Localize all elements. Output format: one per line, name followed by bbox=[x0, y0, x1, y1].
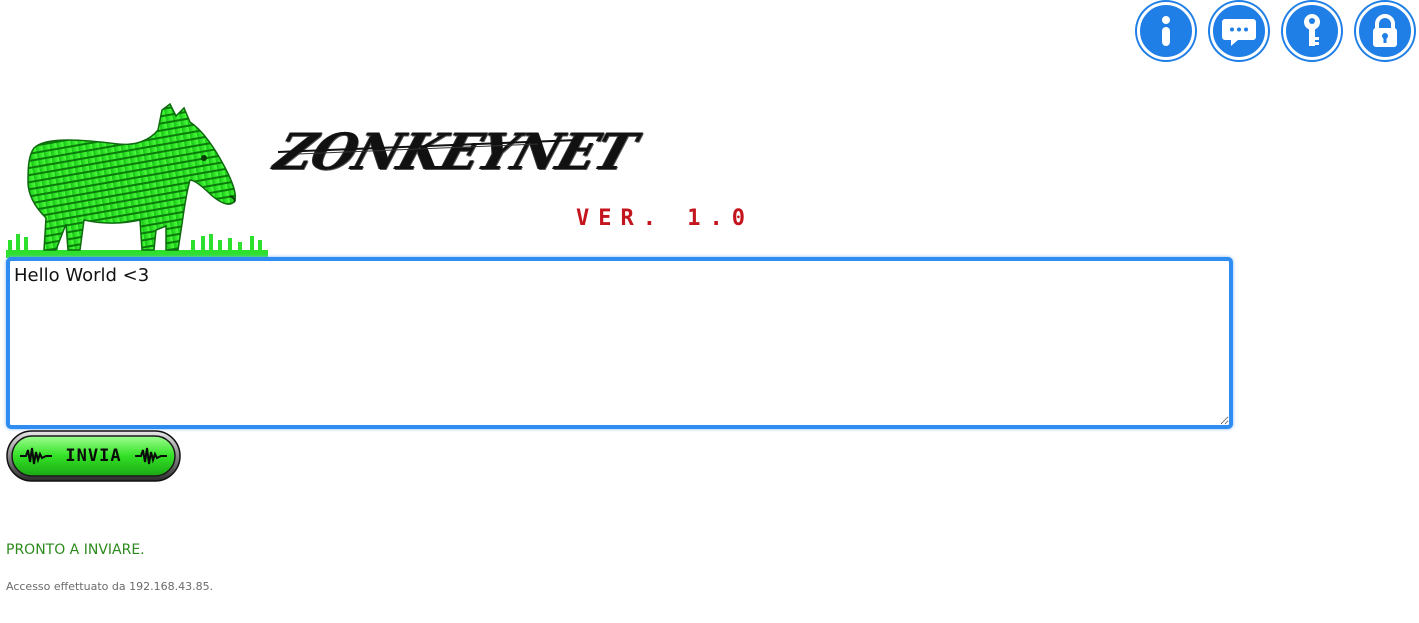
send-button[interactable]: INVIA bbox=[6, 430, 181, 482]
info-icon bbox=[1162, 16, 1170, 46]
access-info: Accesso effettuato da 192.168.43.85. bbox=[6, 580, 214, 593]
message-input[interactable]: Hello World <3 bbox=[10, 261, 1229, 425]
chat-button[interactable] bbox=[1210, 2, 1268, 60]
message-box: Hello World <3 bbox=[6, 257, 1233, 429]
logo: ZONKEYNET VER. 1.0 bbox=[6, 100, 786, 258]
top-toolbar bbox=[1137, 2, 1414, 60]
key-icon bbox=[1304, 14, 1320, 46]
chat-icon bbox=[1222, 19, 1256, 46]
key-button[interactable] bbox=[1283, 2, 1341, 60]
info-button[interactable] bbox=[1137, 2, 1195, 60]
lock-icon bbox=[1373, 14, 1397, 47]
send-button-graphic bbox=[6, 430, 181, 482]
version-label: VER. 1.0 bbox=[576, 206, 754, 231]
lock-button[interactable] bbox=[1356, 2, 1414, 60]
page: ZONKEYNET VER. 1.0 Hello World <3 INVIA … bbox=[0, 0, 1419, 623]
brand-underline bbox=[278, 139, 578, 155]
zonkey-logo-image bbox=[6, 102, 268, 258]
status-text: PRONTO A INVIARE. bbox=[6, 542, 145, 558]
